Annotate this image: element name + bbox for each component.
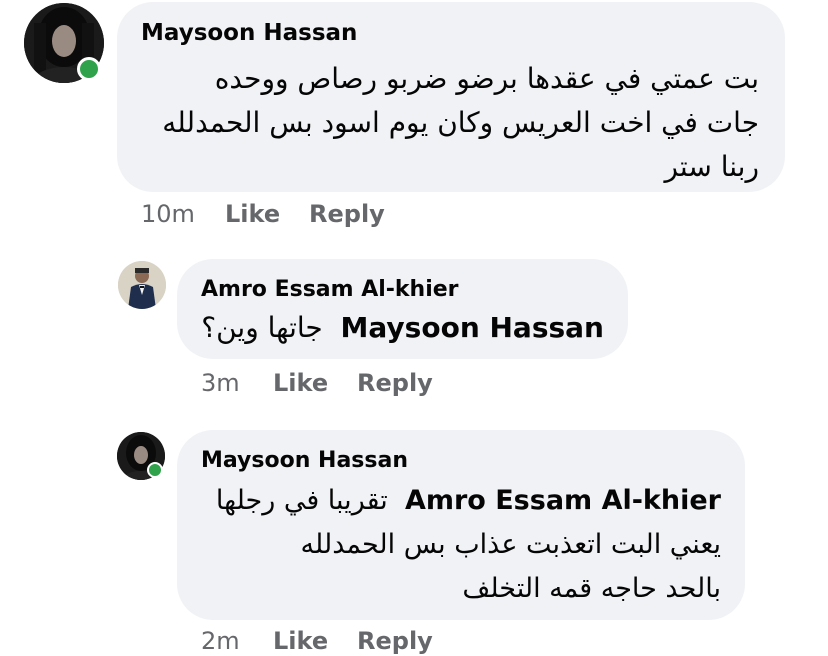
- comment-text-line: Amro Essam Al-khier تقريبا في رجلها: [216, 485, 721, 516]
- comment-author[interactable]: Maysoon Hassan: [141, 20, 357, 46]
- comment-bubble: Maysoon Hassan Amro Essam Al-khier تقريب…: [177, 430, 745, 620]
- like-button[interactable]: Like: [273, 627, 328, 655]
- like-button[interactable]: Like: [225, 200, 280, 228]
- comment-timestamp: 10m: [141, 200, 195, 228]
- avatar[interactable]: [118, 261, 166, 309]
- comment-text-line: ربنا ستر: [664, 150, 759, 183]
- comment-author[interactable]: Amro Essam Al-khier: [201, 277, 459, 302]
- comment-text-line: جات في اخت العريس وكان يوم اسود بس الحمد…: [162, 106, 759, 139]
- comment-timestamp: 2m: [201, 627, 240, 655]
- comment-author[interactable]: Maysoon Hassan: [201, 448, 408, 473]
- comment-text-line: يعني البت اتعذبت عذاب بس الحمدلله: [300, 529, 721, 560]
- online-status-icon: [77, 57, 101, 81]
- comment-text-line: بالحد حاجه قمه التخلف: [462, 573, 721, 604]
- comment-text: تقريبا في رجلها: [215, 485, 388, 516]
- comment-text-line: Maysoon Hassan جاتها وين؟: [201, 311, 604, 344]
- reply-button[interactable]: Reply: [309, 200, 385, 228]
- mention-link[interactable]: Maysoon Hassan: [341, 311, 604, 344]
- online-status-icon: [147, 462, 163, 478]
- comment-text-line: بت عمتي في عقدها برضو ضربو رصاص ووحده: [214, 62, 759, 95]
- comment-text: جاتها وين؟: [201, 311, 323, 344]
- comment-bubble: Amro Essam Al-khier Maysoon Hassan جاتها…: [177, 259, 628, 359]
- profile-photo-icon: [118, 261, 166, 309]
- reply-button[interactable]: Reply: [357, 627, 433, 655]
- comment-timestamp: 3m: [201, 369, 240, 397]
- like-button[interactable]: Like: [273, 369, 328, 397]
- reply-button[interactable]: Reply: [357, 369, 433, 397]
- comment-bubble: Maysoon Hassan بت عمتي في عقدها برضو ضرب…: [117, 2, 785, 192]
- mention-link[interactable]: Amro Essam Al-khier: [405, 485, 721, 516]
